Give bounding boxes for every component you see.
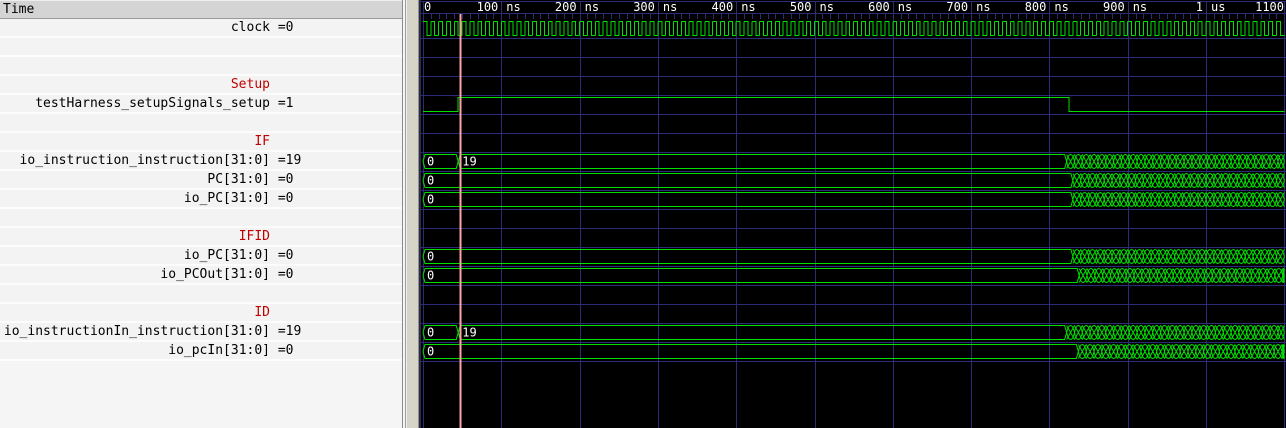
signal-row[interactable]: io_PCOut[31:0] =0 — [0, 266, 402, 285]
group-label: Setup — [0, 76, 270, 93]
svg-text:500: 500 — [790, 0, 812, 14]
wave-bus: 0 19 — [423, 326, 1284, 340]
blank-row — [0, 57, 402, 76]
svg-text:700: 700 — [946, 0, 968, 14]
comment-row[interactable]: IFID — [0, 228, 402, 247]
signal-value: =0 — [270, 190, 293, 207]
signal-name: io_pcIn[31:0] — [0, 342, 270, 359]
signal-value: =0 — [270, 171, 293, 188]
svg-text:200: 200 — [555, 0, 577, 14]
svg-text:ns: ns — [506, 0, 520, 14]
signal-value: =0 — [270, 342, 293, 359]
signal-name: testHarness_setupSignals_setup — [0, 95, 270, 112]
signal-value: =0 — [270, 19, 293, 36]
bus-value-label: 0 — [427, 269, 434, 283]
wave-clock — [423, 22, 1284, 36]
svg-text:400: 400 — [712, 0, 734, 14]
svg-text:ns: ns — [898, 0, 912, 14]
signal-row[interactable]: io_pcIn[31:0] =0 — [0, 342, 402, 361]
svg-text:0: 0 — [424, 0, 431, 14]
signal-value: =0 — [270, 247, 293, 264]
svg-text:100: 100 — [477, 0, 499, 14]
blank-row — [0, 38, 402, 57]
signal-value: =1 — [270, 95, 293, 112]
svg-text:1100: 1100 — [1255, 0, 1284, 14]
comment-row[interactable]: Setup — [0, 76, 402, 95]
signal-row[interactable]: testHarness_setupSignals_setup =1 — [0, 95, 402, 114]
svg-text:1: 1 — [1196, 0, 1203, 14]
signal-name: io_PC[31:0] — [0, 247, 270, 264]
svg-text:ns: ns — [1133, 0, 1147, 14]
bus-value-label: 19 — [462, 155, 476, 169]
bus-value-label: 0 — [427, 174, 434, 188]
svg-text:ns: ns — [1054, 0, 1068, 14]
undefined-x-region — [1078, 345, 1284, 359]
time-header: Time — [0, 0, 402, 19]
signals-pane: Time clock =0 Setup testHarness_setupSigna… — [0, 0, 403, 428]
signal-row[interactable]: io_instructionIn_instruction[31:0] =19 — [0, 323, 402, 342]
group-label: IF — [0, 133, 270, 150]
timescale-ruler: 0 100 ns 200 ns 300 ns 400 ns 500 ns 600 ns 700 ns 800 n… — [424, 0, 1284, 14]
blank-row — [0, 285, 402, 304]
comment-row[interactable]: IF — [0, 133, 402, 152]
gtkwave-window: Time clock =0 Setup testHarness_setupSigna… — [0, 0, 1286, 428]
comment-row[interactable]: ID — [0, 304, 402, 323]
signal-name: io_instructionIn_instruction[31:0] — [0, 323, 270, 340]
bus-value-label: 0 — [427, 155, 434, 169]
blank-row — [0, 209, 402, 228]
signal-row[interactable]: io_PC[31:0] =0 — [0, 190, 402, 209]
svg-text:ns: ns — [741, 0, 755, 14]
bus-value-label: 0 — [427, 193, 434, 207]
svg-text:900: 900 — [1103, 0, 1125, 14]
svg-text:ns: ns — [663, 0, 677, 14]
wave-bus: 0 — [423, 174, 1284, 188]
pane-splitter[interactable] — [403, 0, 421, 428]
signal-name: io_instruction_instruction[31:0] — [0, 152, 270, 169]
wave-bus: 0 — [423, 345, 1284, 359]
svg-text:ns: ns — [820, 0, 834, 14]
signal-row[interactable]: io_instruction_instruction[31:0] =19 — [0, 152, 402, 171]
signal-value: =19 — [270, 323, 301, 340]
group-label: IFID — [0, 228, 270, 245]
signal-name: clock — [0, 19, 270, 36]
signal-value: =19 — [270, 152, 301, 169]
bus-value-label: 19 — [462, 326, 476, 340]
bus-value-label: 0 — [427, 250, 434, 264]
signal-list: clock =0 Setup testHarness_setupSignals_se… — [0, 19, 402, 361]
wave-bus: 0 19 — [423, 155, 1284, 169]
signal-row[interactable]: io_PC[31:0] =0 — [0, 247, 402, 266]
signal-row[interactable]: PC[31:0] =0 — [0, 171, 402, 190]
group-label: ID — [0, 304, 270, 321]
signal-name: io_PCOut[31:0] — [0, 266, 270, 283]
svg-text:us: us — [1211, 0, 1225, 14]
wave-bit — [423, 98, 1284, 112]
wave-bus: 0 — [423, 269, 1284, 283]
signal-name: PC[31:0] — [0, 171, 270, 188]
undefined-x-region — [1067, 155, 1285, 169]
svg-text:300: 300 — [633, 0, 655, 14]
undefined-x-region — [1079, 269, 1284, 283]
wave-bus: 0 — [423, 193, 1284, 207]
bus-value-label: 0 — [427, 326, 434, 340]
wave-grid — [421, 2, 1286, 428]
signal-name: io_PC[31:0] — [0, 190, 270, 207]
blank-row — [0, 114, 402, 133]
bus-value-label: 0 — [427, 345, 434, 359]
svg-text:ns: ns — [585, 0, 599, 14]
signal-value: =0 — [270, 266, 293, 283]
svg-text:600: 600 — [868, 0, 890, 14]
waveform-canvas[interactable]: 0100ns200ns300ns400ns500ns600ns700ns800n… — [421, 0, 1286, 428]
undefined-x-region — [1073, 174, 1284, 188]
wave-bus: 0 — [423, 250, 1284, 264]
signal-row[interactable]: clock =0 — [0, 19, 402, 38]
undefined-x-region — [1073, 250, 1284, 264]
wave-pane[interactable]: 0100ns200ns300ns400ns500ns600ns700ns800n… — [421, 0, 1286, 428]
undefined-x-region — [1067, 326, 1285, 340]
svg-text:ns: ns — [976, 0, 990, 14]
undefined-x-region — [1073, 193, 1284, 207]
svg-text:800: 800 — [1025, 0, 1047, 14]
